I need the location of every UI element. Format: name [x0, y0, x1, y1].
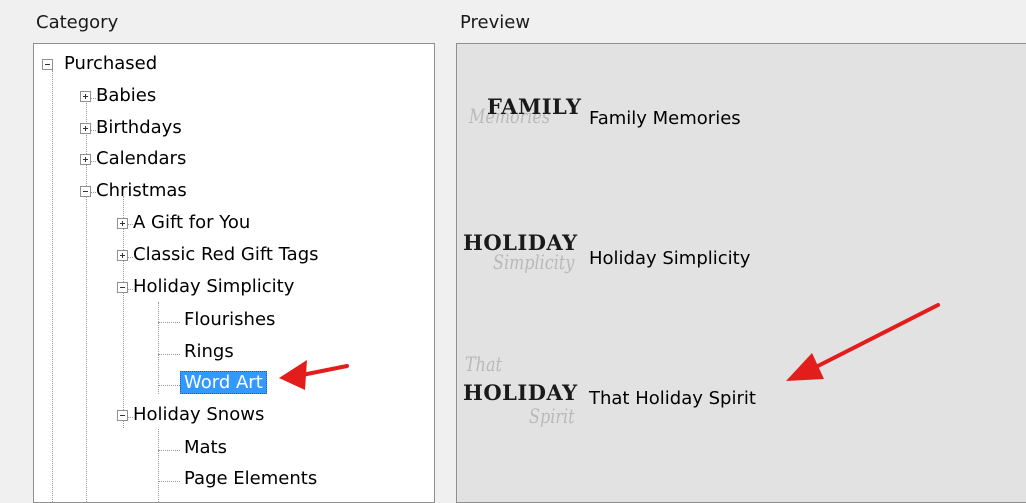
red-arrow-icon [279, 360, 349, 390]
tree-item-calendars[interactable]: Calendars [80, 145, 186, 173]
preview-item-label: Family Memories [589, 108, 741, 129]
word-art-thumbnail: Simplicity HOLIDAY [459, 226, 581, 306]
tree-item-mats[interactable]: Mats [182, 434, 229, 462]
tree-item-babies[interactable]: Babies [80, 82, 156, 110]
tree-item-label: Holiday Simplicity [133, 276, 295, 297]
tree-item-word-art[interactable]: Word Art [180, 369, 267, 397]
collapse-icon[interactable] [42, 59, 53, 70]
tree-item-holiday-snows[interactable]: Holiday Snows [117, 401, 264, 429]
tree-item-christmas[interactable]: Christmas [80, 177, 187, 205]
expand-icon[interactable] [117, 250, 128, 261]
tree-item-label: A Gift for You [133, 212, 251, 233]
tree-item-holiday-simplicity[interactable]: Holiday Simplicity [117, 273, 294, 301]
red-arrow-icon [786, 303, 940, 381]
tree-item-gift-for-you[interactable]: A Gift for You [117, 209, 250, 237]
collapse-icon[interactable] [80, 186, 91, 197]
tree-item-label: Birthdays [96, 117, 182, 138]
preview-item-label: That Holiday Spirit [589, 388, 756, 409]
thumbnail-script-text: Spirit [529, 404, 575, 428]
tree-item-rings[interactable]: Rings [182, 338, 236, 366]
collapse-icon[interactable] [117, 410, 128, 421]
tree-item-label: Classic Red Gift Tags [133, 244, 319, 265]
expand-icon[interactable] [117, 218, 128, 229]
thumbnail-title-text: HOLIDAY [463, 380, 578, 405]
tree-item-label: Calendars [96, 148, 187, 169]
tree-item-birthdays[interactable]: Birthdays [80, 114, 182, 142]
tree-item-label: Page Elements [184, 468, 318, 489]
tree-item-label: Holiday Snows [133, 404, 265, 425]
preview-panel: Memories FAMILY Family Memories Simplici… [456, 43, 1026, 503]
expand-icon[interactable] [80, 154, 91, 165]
tree-item-purchased[interactable]: Purchased [42, 50, 157, 78]
preview-item-label: Holiday Simplicity [589, 248, 751, 269]
expand-icon[interactable] [80, 91, 91, 102]
preview-item-holiday-simplicity[interactable]: Simplicity HOLIDAY Holiday Simplicity [457, 226, 877, 306]
tree-item-classic-red-gift-tags[interactable]: Classic Red Gift Tags [117, 241, 319, 269]
preview-item-family-memories[interactable]: Memories FAMILY Family Memories [457, 86, 877, 166]
word-art-thumbnail: That HOLIDAY Spirit [459, 348, 581, 448]
tree-item-label: Babies [96, 85, 157, 106]
category-tree[interactable]: Purchased Babies Birthdays Calendars Chr… [33, 43, 435, 503]
expand-icon[interactable] [80, 123, 91, 134]
word-art-thumbnail: Memories FAMILY [459, 86, 581, 166]
tree-item-flourishes[interactable]: Flourishes [182, 306, 277, 334]
category-label: Category [36, 12, 119, 33]
tree-item-label: Rings [184, 341, 234, 362]
thumbnail-script-text: That [465, 352, 502, 376]
tree-item-label: Flourishes [184, 309, 276, 330]
tree-item-label-selected: Word Art [180, 371, 267, 394]
tree-item-label: Christmas [96, 180, 187, 201]
thumbnail-title-text: HOLIDAY [463, 230, 578, 255]
tree-item-label: Mats [184, 437, 227, 458]
thumbnail-title-text: FAMILY [487, 94, 582, 119]
preview-label: Preview [460, 12, 531, 33]
tree-item-label: Purchased [64, 53, 158, 74]
tree-item-page-elements[interactable]: Page Elements [182, 465, 319, 493]
collapse-icon[interactable] [117, 282, 128, 293]
